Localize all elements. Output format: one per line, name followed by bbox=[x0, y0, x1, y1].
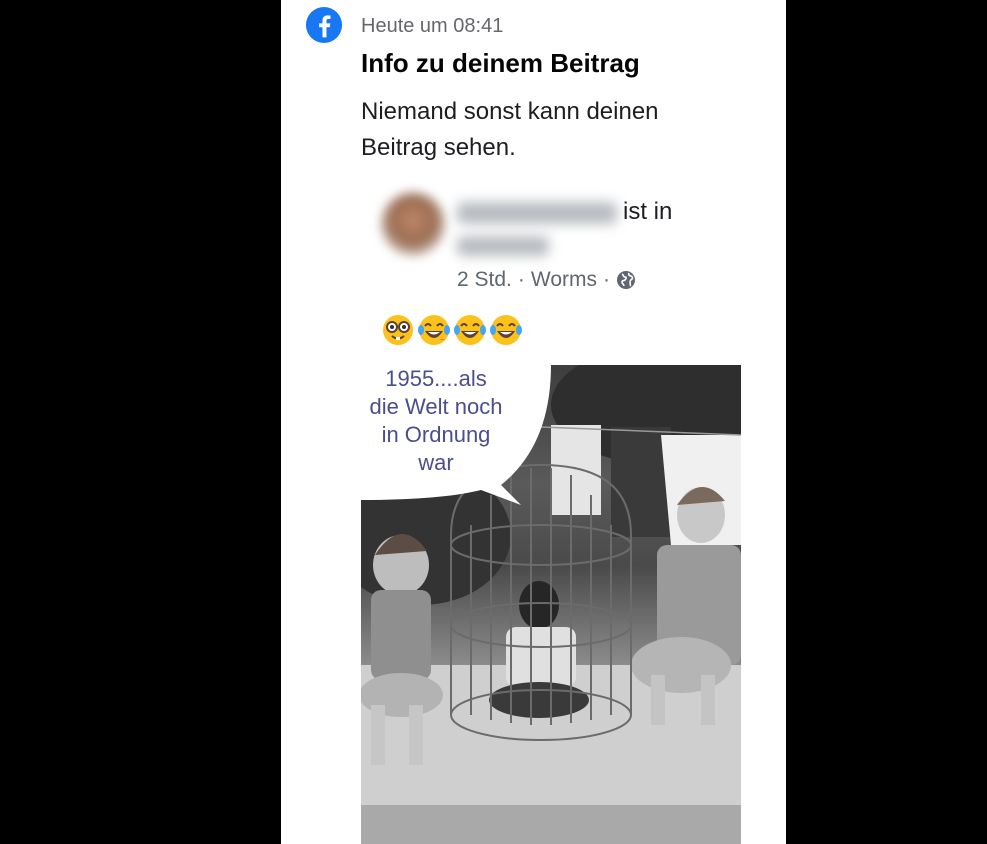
post-time[interactable]: 2 Std. bbox=[457, 268, 512, 292]
caption-line: war bbox=[418, 450, 454, 475]
tears-of-joy-icon bbox=[490, 315, 522, 345]
caption-line: in Ordnung bbox=[381, 422, 491, 447]
nerd-face-icon bbox=[383, 315, 413, 345]
notification-title: Info zu deinem Beitrag bbox=[361, 48, 640, 78]
facebook-icon bbox=[305, 6, 343, 44]
checkin-text: ist in bbox=[623, 198, 673, 225]
tears-of-joy-icon bbox=[418, 315, 450, 345]
image-caption: 1955....als die Welt noch in Ordnung war bbox=[361, 365, 511, 477]
globe-icon bbox=[616, 271, 635, 289]
separator: · bbox=[602, 268, 610, 291]
notification-panel: Heute um 08:41 Info zu deinem Beitrag Ni… bbox=[281, 0, 786, 844]
notification-timestamp: Heute um 08:41 bbox=[361, 15, 504, 37]
separator: · bbox=[517, 268, 525, 291]
emoji-row bbox=[381, 313, 523, 347]
post-photo[interactable]: 1955....als die Welt noch in Ordnung war bbox=[361, 365, 741, 844]
tears-of-joy-icon bbox=[454, 315, 486, 345]
checkin-place-redacted bbox=[457, 236, 549, 256]
notification-body: Niemand sonst kann deinen Beitrag sehen. bbox=[361, 98, 659, 161]
caption-line: 1955....als bbox=[385, 366, 487, 391]
post-location[interactable]: Worms bbox=[531, 268, 597, 292]
avatar[interactable] bbox=[381, 192, 445, 256]
post-author[interactable]: ist in bbox=[361, 178, 701, 266]
caption-line: die Welt noch bbox=[369, 394, 503, 419]
post-meta: 2 Std. · Worms · bbox=[457, 268, 636, 292]
author-name-redacted bbox=[457, 202, 617, 224]
